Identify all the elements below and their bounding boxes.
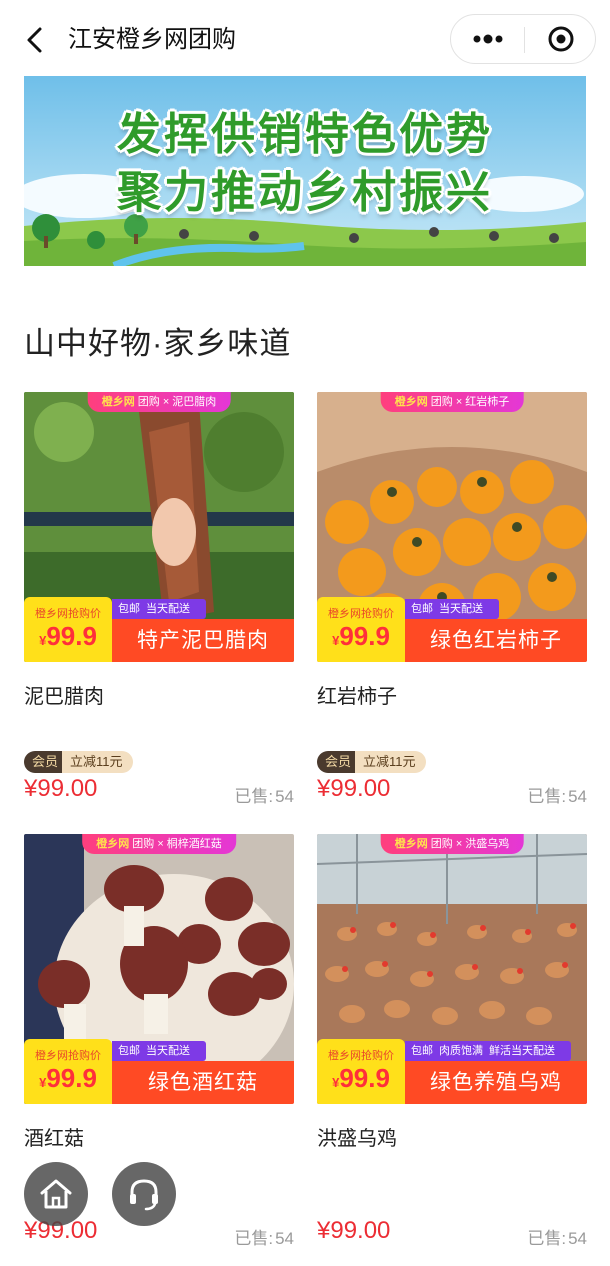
more-button[interactable]	[459, 15, 517, 63]
capsule-divider	[524, 27, 525, 53]
more-dots-icon	[473, 34, 503, 44]
promo-price-tag: 橙乡网抢购价 ¥99.9	[24, 597, 112, 662]
service-badges: 包邮 肉质饱满 鲜活当天配送	[405, 1041, 571, 1061]
product-image: 橙乡网 团购 × 桐梓酒红菇 橙乡网抢购价 ¥99.9 包邮 当天配送 绿色酒红菇	[24, 834, 294, 1104]
banner-headline-1: 发挥供销特色优势	[117, 109, 493, 160]
promo-price-tag: 橙乡网抢购价 ¥99.9	[24, 1039, 112, 1104]
product-price: ¥99.00	[317, 775, 391, 802]
product-card[interactable]: 橙乡网 团购 × 红岩柿子 橙乡网抢购价 ¥99.9 包邮 当天配送 绿色红岩柿子…	[317, 392, 587, 806]
banner-headline-2: 聚力推动乡村振兴	[117, 167, 493, 218]
product-name: 泥巴腊肉	[24, 686, 104, 708]
product-card[interactable]: 橙乡网 团购 × 泥巴腊肉 橙乡网抢购价 ¥99.9 包邮 当天配送 特产泥巴腊肉…	[24, 392, 294, 806]
image-product-banner: 绿色养殖乌鸡	[405, 1061, 587, 1104]
brand-tag: 橙乡网 团购 × 洪盛乌鸡	[380, 834, 524, 854]
image-product-banner: 绿色酒红菇	[112, 1061, 294, 1104]
home-icon	[40, 1179, 72, 1209]
product-name: 红岩柿子	[317, 686, 397, 708]
sold-count: 已售: 54	[527, 787, 587, 806]
back-button[interactable]	[20, 22, 50, 58]
section-title: 山中好物·家乡味道	[24, 326, 292, 361]
chevron-left-icon	[27, 27, 42, 53]
brand-tag: 橙乡网 团购 × 泥巴腊肉	[87, 392, 231, 412]
product-name: 酒红菇	[24, 1128, 84, 1150]
product-image: 橙乡网 团购 × 红岩柿子 橙乡网抢购价 ¥99.9 包邮 当天配送 绿色红岩柿子	[317, 392, 587, 662]
product-image: 橙乡网 团购 × 泥巴腊肉 橙乡网抢购价 ¥99.9 包邮 当天配送 特产泥巴腊肉	[24, 392, 294, 662]
product-name: 洪盛乌鸡	[317, 1128, 397, 1150]
promo-banner[interactable]: 发挥供销特色优势 聚力推动乡村振兴	[24, 76, 586, 266]
mini-program-capsule	[450, 14, 596, 64]
product-price: ¥99.00	[317, 1217, 391, 1244]
top-nav-bar: 江安橙乡网团购	[0, 0, 610, 78]
home-button[interactable]	[24, 1162, 88, 1226]
sold-count: 已售: 54	[234, 1229, 294, 1248]
member-discount-badge: 会员 立减11元	[317, 751, 426, 773]
image-product-banner: 特产泥巴腊肉	[112, 619, 294, 662]
sold-count: 已售: 54	[234, 787, 294, 806]
service-badges: 包邮 当天配送	[112, 599, 206, 619]
headset-icon	[130, 1179, 158, 1211]
sold-count: 已售: 54	[527, 1229, 587, 1248]
close-mini-program-button[interactable]	[531, 15, 591, 63]
product-card[interactable]: 橙乡网 团购 × 洪盛乌鸡 橙乡网抢购价 ¥99.9 包邮 肉质饱满 鲜活当天配送 …	[317, 834, 587, 1248]
service-badges: 包邮 当天配送	[112, 1041, 206, 1061]
product-price: ¥99.00	[24, 775, 98, 802]
brand-tag: 橙乡网 团购 × 红岩柿子	[380, 392, 524, 412]
product-image: 橙乡网 团购 × 洪盛乌鸡 橙乡网抢购价 ¥99.9 包邮 肉质饱满 鲜活当天配送 …	[317, 834, 587, 1104]
target-close-icon	[548, 26, 574, 52]
image-product-banner: 绿色红岩柿子	[405, 619, 587, 662]
page-title: 江安橙乡网团购	[68, 26, 236, 53]
service-badges: 包邮 当天配送	[405, 599, 499, 619]
promo-price-tag: 橙乡网抢购价 ¥99.9	[317, 1039, 405, 1104]
product-card[interactable]: 橙乡网 团购 × 桐梓酒红菇 橙乡网抢购价 ¥99.9 包邮 当天配送 绿色酒红菇…	[24, 834, 294, 1248]
brand-tag: 橙乡网 团购 × 桐梓酒红菇	[82, 834, 236, 854]
customer-service-button[interactable]	[112, 1162, 176, 1226]
member-discount-badge: 会员 立减11元	[24, 751, 133, 773]
promo-price-tag: 橙乡网抢购价 ¥99.9	[317, 597, 405, 662]
